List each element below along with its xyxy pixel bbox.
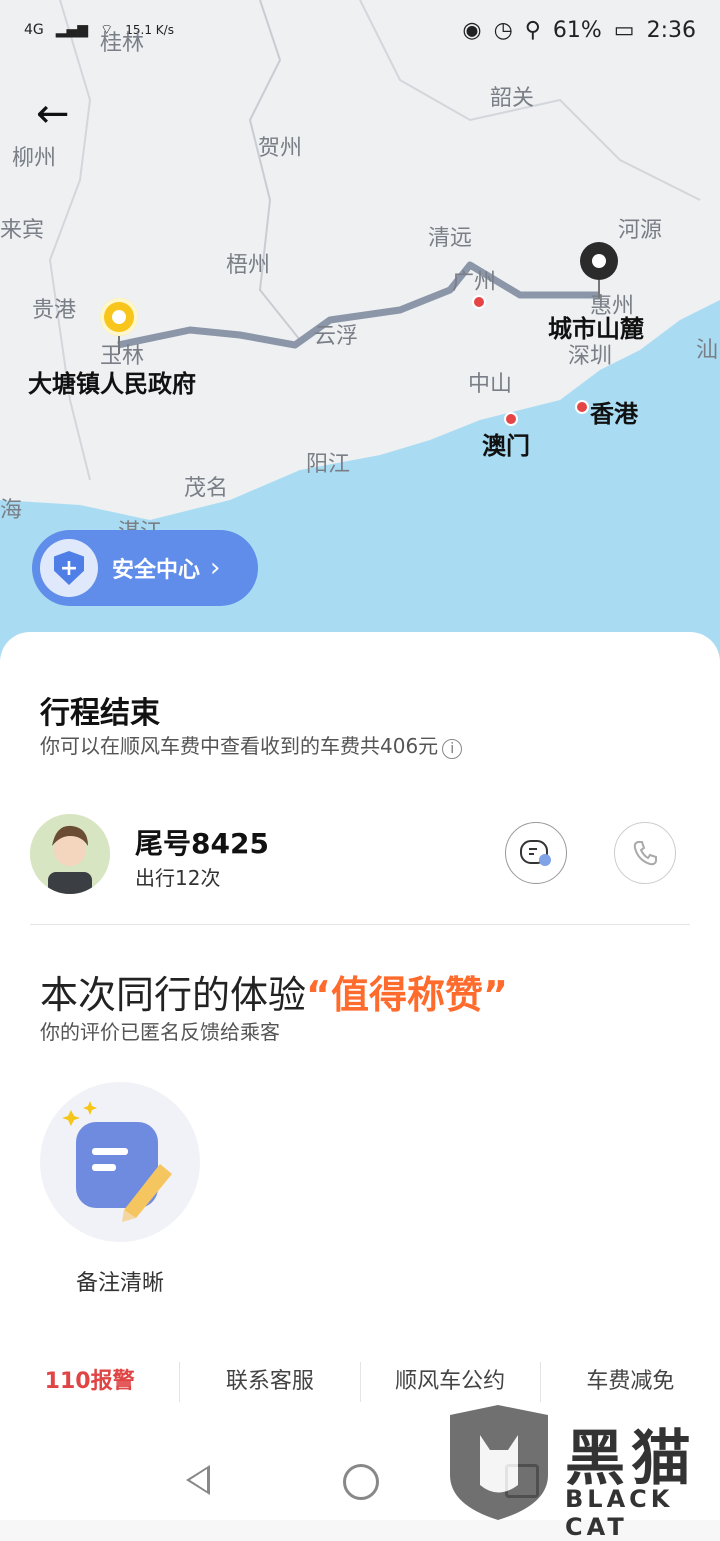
start-location-label: 大塘镇人民政府 [28,370,196,398]
alarm-icon: ◷ [493,17,513,43]
city-label: 来宾 [0,218,45,243]
customer-service-link[interactable]: 联系客服 [180,1362,361,1402]
city-label: 贵港 [32,298,77,323]
shield-plus-icon: + [54,551,84,585]
battery-icon: ▭ [613,17,635,43]
trip-status-title: 行程结束 [40,696,160,731]
avatar-image [30,814,110,894]
passenger-name: 尾号8425 [135,827,269,860]
rating-tag-badge[interactable] [40,1082,200,1242]
city-label: 中山 [468,372,513,397]
city-label: 海 [0,498,23,523]
watermark-subtext: BLACK CAT [565,1485,674,1541]
city-label: 贺州 [258,136,303,161]
city-label: 韶关 [490,86,535,111]
section-divider [30,924,690,925]
rating-title: 本次同行的体验“值得称赞” [40,964,508,1019]
passenger-avatar[interactable] [30,814,110,894]
call-button[interactable] [614,822,676,884]
safety-icon-wrap: + [40,539,98,597]
info-icon[interactable]: i [442,739,463,759]
city-label: 桂林 [100,31,145,56]
hongkong-label: 香港 [590,400,638,428]
city-label: 广州 [452,270,497,295]
safety-center-button[interactable]: + 安全中心 › [32,530,258,606]
message-button[interactable] [505,822,567,884]
clock: 2:36 [646,17,696,43]
footer-actions: 110报警 联系客服 顺风车公约 车费减免 [0,1362,720,1402]
chat-icon [520,840,551,866]
location-icon: ⚲ [524,17,541,43]
route-map[interactable]: 4G ▂▄▆ ⌔ 15.1 K/s ◉ ◷ ⚲ 61% ▭ 2:36 ← 桂林 … [0,0,720,680]
trip-summary-card: 行程结束 你可以在顺风车费中查看收到的车费共406元 i 尾号8425 出行12次… [0,632,720,1520]
start-pin-icon [100,298,138,336]
notes-pencil-icon [62,1101,172,1222]
safety-center-label: 安全中心 [112,558,201,583]
signal-icon: ▂▄▆ [55,22,89,38]
battery-percent: 61% [552,17,602,43]
fare-waiver-link[interactable]: 车费减免 [541,1362,720,1402]
rating-tag-label: 备注清晰 [75,1271,164,1296]
city-label: 汕 [696,338,719,363]
city-label: 清远 [428,226,473,251]
city-label: 河源 [618,218,663,243]
nav-home-icon[interactable] [343,1464,379,1500]
chevron-right-icon: › [210,553,221,583]
city-label: 茂名 [184,476,229,501]
fare-info: 你可以在顺风车费中查看收到的车费共406元 i [40,730,463,759]
fare-info-text: 你可以在顺风车费中查看收到的车费共406元 [40,734,439,758]
macau-label: 澳门 [482,432,530,460]
rating-highlight: “值得称赞” [306,973,508,1017]
emergency-110-link[interactable]: 110报警 [0,1362,181,1402]
back-arrow-icon[interactable]: ← [36,90,84,138]
end-pin-icon [580,242,618,280]
city-label: 阳江 [306,452,351,477]
nav-back-icon[interactable] [186,1465,210,1495]
eye-icon: ◉ [462,17,482,43]
city-label: 柳州 [12,146,57,171]
watermark-text: 黑猫 [565,1424,697,1494]
city-dot [504,412,518,426]
network-type: 4G [24,22,44,38]
passenger-trip-count: 出行12次 [135,866,221,890]
carpool-rules-link[interactable]: 顺风车公约 [361,1362,541,1402]
city-label: 梧州 [226,253,271,278]
city-dot [575,400,589,414]
phone-icon [633,841,657,866]
start-pin-stem [118,336,120,354]
city-label: 云浮 [314,324,359,349]
rating-subtitle: 你的评价已匿名反馈给乘客 [40,1020,280,1044]
rating-prefix: 本次同行的体验 [40,973,307,1017]
end-pin-stem [598,280,600,298]
city-dot [472,295,486,309]
end-location-label: 城市山麓 [548,315,644,343]
